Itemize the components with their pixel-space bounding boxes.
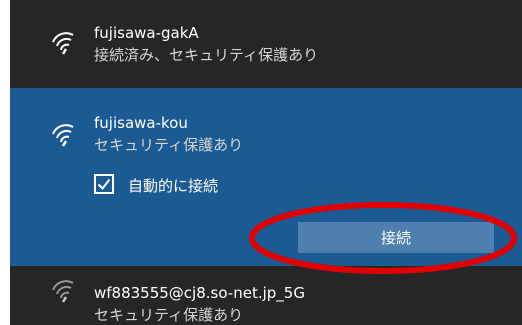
checkmark-icon xyxy=(97,178,111,191)
network-ssid: fujisawa-gakA xyxy=(94,24,199,42)
network-ssid: wf883555@cj8.so-net.jp_5G xyxy=(94,284,305,302)
network-ssid: fujisawa-kou xyxy=(94,114,188,132)
network-item-fujisawa-gaka[interactable]: fujisawa-gakA 接続済み、セキュリティ保護あり xyxy=(10,0,522,88)
connect-button[interactable]: 接続 xyxy=(298,222,494,253)
wifi-icon xyxy=(52,280,74,303)
auto-connect-label: 自動的に接続 xyxy=(128,177,219,195)
network-item-wf883555[interactable]: wf883555@cj8.so-net.jp_5G セキュリティ保護あり xyxy=(10,266,522,325)
network-item-fujisawa-kou[interactable]: fujisawa-kou セキュリティ保護あり 自動的に接続 接続 xyxy=(10,88,522,266)
network-status: 接続済み、セキュリティ保護あり xyxy=(94,46,319,64)
wifi-network-list: fujisawa-gakA 接続済み、セキュリティ保護あり fujisawa-k… xyxy=(10,0,522,325)
wifi-icon xyxy=(52,32,74,55)
network-status: セキュリティ保護あり xyxy=(94,136,244,154)
network-status: セキュリティ保護あり xyxy=(94,306,244,324)
auto-connect-checkbox[interactable] xyxy=(94,174,114,194)
wifi-icon xyxy=(52,124,74,147)
